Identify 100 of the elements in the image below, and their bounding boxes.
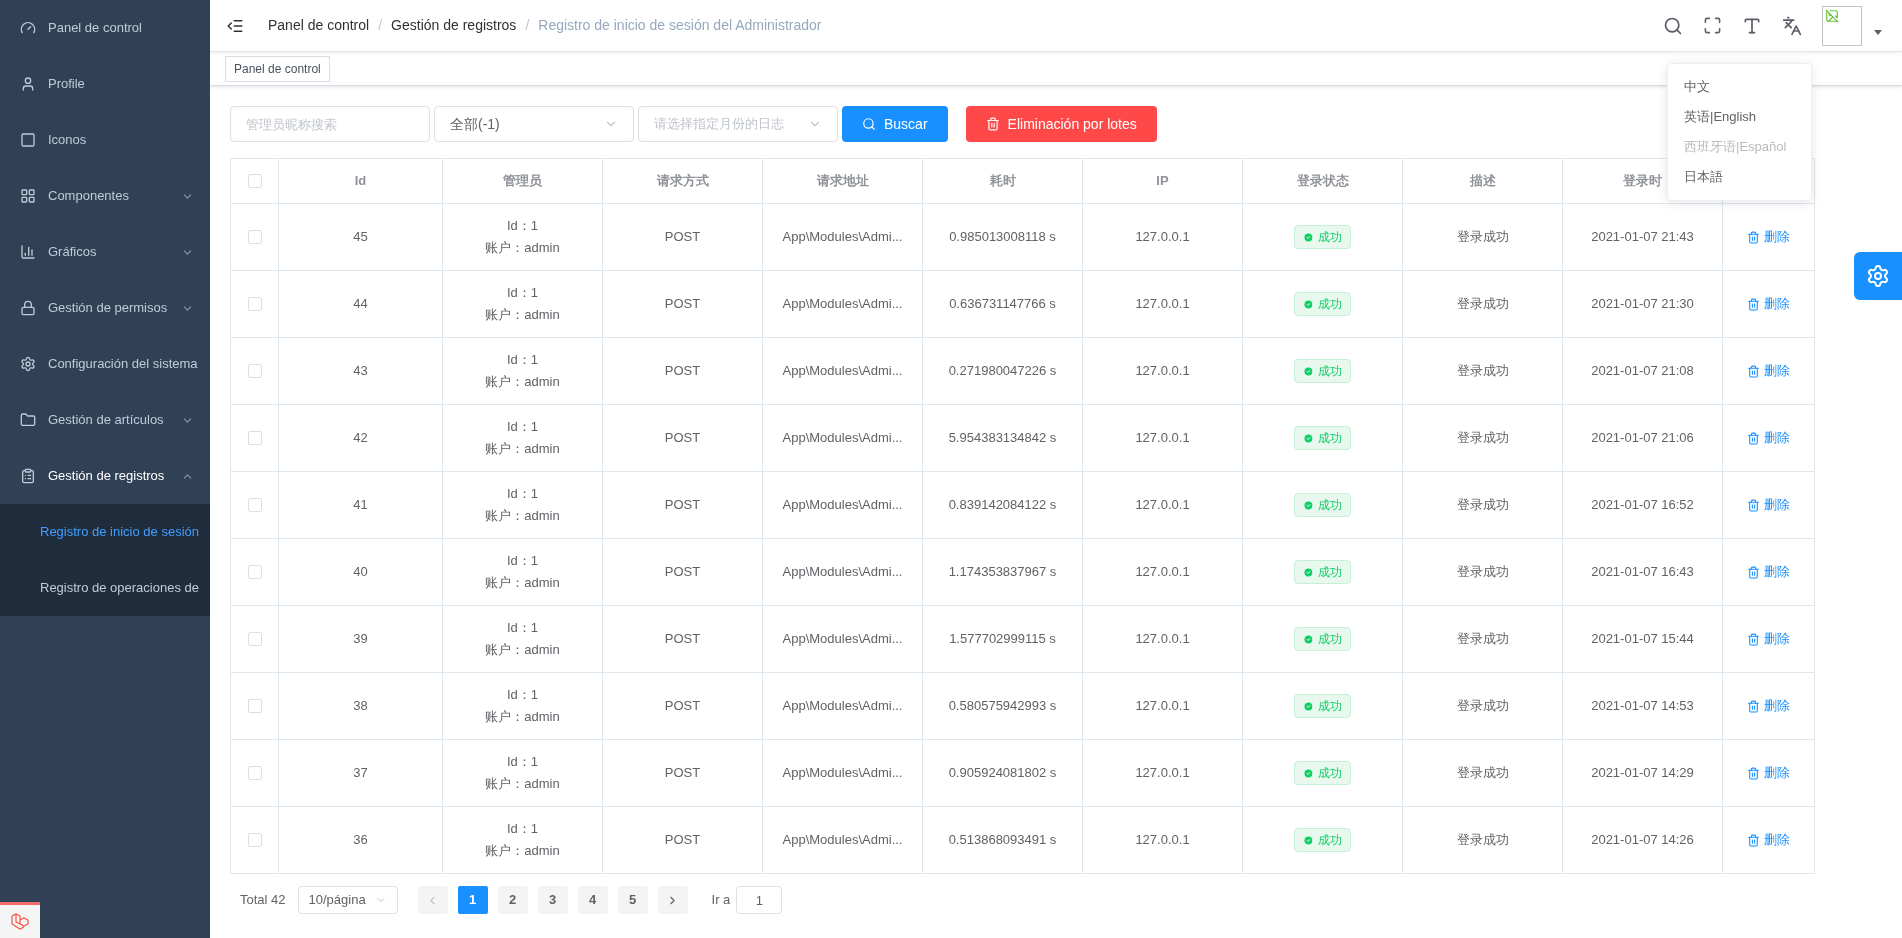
breadcrumb-item[interactable]: Panel de control — [268, 15, 370, 36]
table-cell-text: 2021-01-07 15:44 — [1591, 630, 1694, 649]
table-cell-text: Id：1 — [506, 418, 539, 436]
page-button[interactable]: 3 — [537, 886, 568, 914]
settings-icon — [20, 356, 36, 372]
column-header: 管理员 — [503, 172, 542, 191]
search-button[interactable]: Buscar — [842, 106, 948, 142]
status-tag: 成功 — [1294, 761, 1351, 785]
goto-field[interactable]: 1 — [736, 886, 783, 914]
trash-icon — [985, 117, 1000, 131]
column-header: Id — [354, 172, 367, 191]
checkbox[interactable] — [247, 297, 262, 311]
sidebar-item[interactable]: Gestión de permisos — [0, 280, 210, 336]
table-cell-text: App\Modules\Admi... — [782, 429, 903, 448]
sidebar-item[interactable]: Iconos — [0, 112, 210, 168]
grid-icon — [20, 188, 36, 204]
total-count: Total 42 — [240, 891, 286, 910]
status-select[interactable]: 全部(-1) — [434, 106, 634, 142]
sidebar-item[interactable]: Panel de control — [0, 0, 210, 56]
status-tag: 成功 — [1294, 560, 1351, 584]
delete-link[interactable]: 删除 — [1747, 227, 1790, 247]
checkbox[interactable] — [247, 431, 262, 445]
gauge-icon — [20, 20, 36, 36]
table-cell-text: 127.0.0.1 — [1135, 764, 1190, 783]
trash-icon — [1747, 431, 1760, 445]
menu-item[interactable]: 日本語 — [1668, 162, 1811, 192]
breadcrumb-item: Registro de inicio de sesión del Administrador — [538, 16, 822, 35]
table-cell-text: 39 — [353, 630, 368, 649]
tag[interactable]: Panel de control — [225, 55, 330, 82]
sidebar-item[interactable]: Gráficos — [0, 224, 210, 280]
column-header: 耗时 — [989, 172, 1016, 191]
translate-icon[interactable] — [1782, 15, 1802, 36]
table-cell-text: POST — [664, 764, 701, 783]
settings-button[interactable] — [1854, 252, 1902, 300]
sidebar-item[interactable]: Gestión de artículos — [0, 392, 210, 448]
trash-icon — [1747, 833, 1760, 847]
breadcrumb-item[interactable]: Gestión de registros — [391, 15, 517, 36]
batch-delete-button[interactable]: Eliminación por lotes — [965, 106, 1157, 142]
checkbox[interactable] — [247, 498, 262, 512]
delete-link[interactable]: 删除 — [1747, 495, 1790, 515]
table-cell-text: 登录成功 — [1456, 563, 1509, 582]
table-cell-text: 2021-01-07 21:30 — [1591, 295, 1694, 314]
checkbox[interactable] — [247, 230, 262, 244]
caret-icon[interactable] — [1874, 30, 1882, 35]
table-cell-text: Id：1 — [506, 619, 539, 637]
avatar-image[interactable] — [1822, 5, 1862, 46]
trash-icon — [1747, 230, 1760, 244]
logo-icon[interactable] — [0, 902, 40, 938]
table-cell-text: 2021-01-07 21:08 — [1591, 362, 1694, 381]
page-button[interactable]: 1 — [457, 886, 488, 914]
status-tag: 成功 — [1294, 627, 1351, 651]
checkbox[interactable] — [247, 766, 262, 780]
trash-icon — [1747, 766, 1760, 780]
sidebar-item[interactable]: Configuración del sistema — [0, 336, 210, 392]
prev-page-button[interactable] — [417, 886, 448, 914]
table-cell-text: 127.0.0.1 — [1135, 496, 1190, 515]
column-header: 描述 — [1469, 172, 1496, 191]
lock-icon — [20, 300, 36, 316]
page-button[interactable]: 4 — [577, 886, 608, 914]
table-cell-text: 账户：admin — [485, 641, 560, 659]
search-field[interactable]: 管理员昵称搜索 — [230, 106, 430, 142]
checkbox[interactable] — [247, 364, 262, 378]
next-page-button[interactable] — [657, 886, 688, 914]
check-circle-icon — [1303, 633, 1314, 645]
fullscreen-icon[interactable] — [1703, 16, 1722, 35]
delete-link[interactable]: 删除 — [1747, 629, 1790, 649]
table-cell-text: Id：1 — [506, 552, 539, 570]
select-value: 全部(-1) — [450, 114, 500, 134]
delete-link[interactable]: 删除 — [1747, 428, 1790, 448]
checkbox[interactable] — [247, 833, 262, 847]
table-cell-text: POST — [664, 429, 701, 448]
sidebar-item[interactable]: Componentes — [0, 168, 210, 224]
search-icon[interactable] — [1663, 15, 1683, 36]
page-button[interactable]: 5 — [617, 886, 648, 914]
sidebar-item[interactable]: Gestión de registros — [0, 448, 210, 504]
sidebar-item[interactable]: Profile — [0, 56, 210, 112]
submenu-item[interactable]: Registro de inicio de sesión — [0, 504, 210, 560]
trash-icon — [1747, 699, 1760, 713]
checkbox[interactable] — [247, 565, 262, 579]
checkbox[interactable] — [247, 699, 262, 713]
check-circle-icon — [1303, 298, 1314, 310]
submenu-item[interactable]: Registro de operaciones de — [0, 560, 210, 616]
column-header: 登录时 — [1623, 172, 1662, 191]
delete-link[interactable]: 删除 — [1747, 562, 1790, 582]
menu-item[interactable]: 英语|English — [1668, 102, 1811, 132]
menu-item[interactable]: 中文 — [1668, 72, 1811, 102]
delete-link[interactable]: 删除 — [1747, 763, 1790, 783]
delete-link[interactable]: 删除 — [1747, 294, 1790, 314]
table-cell-text: 127.0.0.1 — [1135, 362, 1190, 381]
delete-link[interactable]: 删除 — [1747, 830, 1790, 850]
page-size-select[interactable]: 10/página — [297, 886, 398, 914]
table-cell-text: App\Modules\Admi... — [782, 295, 903, 314]
table-cell-text: 2021-01-07 21:43 — [1591, 228, 1694, 247]
checkbox[interactable] — [247, 632, 262, 646]
table-cell-text: 登录成功 — [1456, 362, 1509, 381]
page-button[interactable]: 2 — [497, 886, 528, 914]
checkbox[interactable] — [247, 174, 262, 188]
delete-link[interactable]: 删除 — [1747, 361, 1790, 381]
table-cell-text: 0.985013008118 s — [949, 228, 1056, 247]
delete-link[interactable]: 删除 — [1747, 696, 1790, 716]
